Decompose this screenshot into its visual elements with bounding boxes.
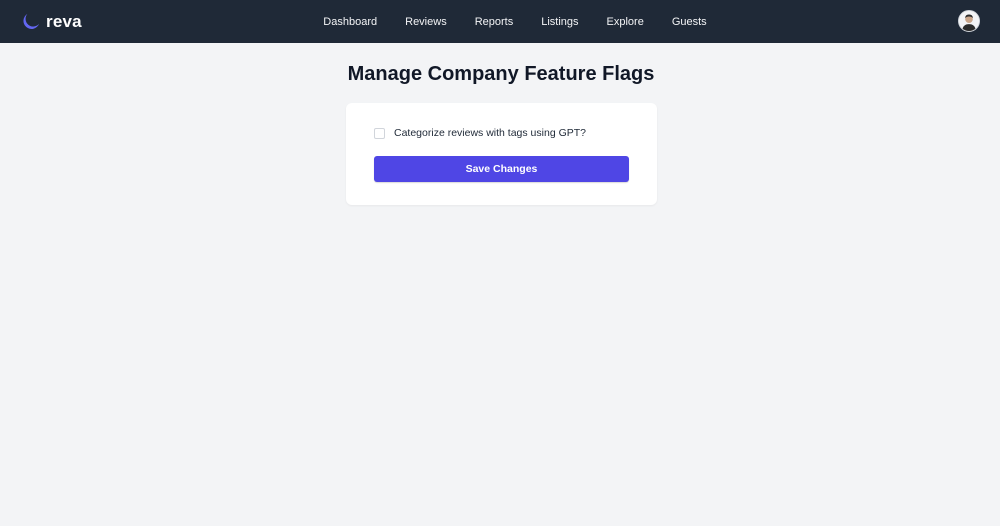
feature-flags-card: Categorize reviews with tags using GPT? … [346, 103, 657, 205]
crescent-logo-icon [23, 13, 40, 29]
save-changes-button[interactable]: Save Changes [374, 156, 629, 182]
nav-reviews[interactable]: Reviews [405, 16, 447, 28]
main-nav: Dashboard Reviews Reports Listings Explo… [0, 0, 1000, 43]
gpt-tags-label[interactable]: Categorize reviews with tags using GPT? [394, 127, 586, 139]
user-avatar-icon [959, 11, 979, 31]
main-content: Manage Company Feature Flags Categorize … [0, 62, 1000, 205]
gpt-tags-checkbox[interactable] [374, 127, 385, 139]
page-title: Manage Company Feature Flags [347, 63, 655, 85]
top-navbar: reva Dashboard Reviews Reports Listings … [0, 0, 1000, 43]
feature-flag-row: Categorize reviews with tags using GPT? [374, 126, 629, 140]
nav-explore[interactable]: Explore [607, 16, 644, 28]
nav-listings[interactable]: Listings [541, 16, 578, 28]
brand-logo[interactable]: reva [22, 12, 82, 32]
user-avatar[interactable] [958, 10, 980, 32]
nav-guests[interactable]: Guests [672, 16, 707, 28]
nav-dashboard[interactable]: Dashboard [323, 16, 377, 28]
nav-reports[interactable]: Reports [475, 16, 514, 28]
brand-name: reva [46, 11, 82, 31]
